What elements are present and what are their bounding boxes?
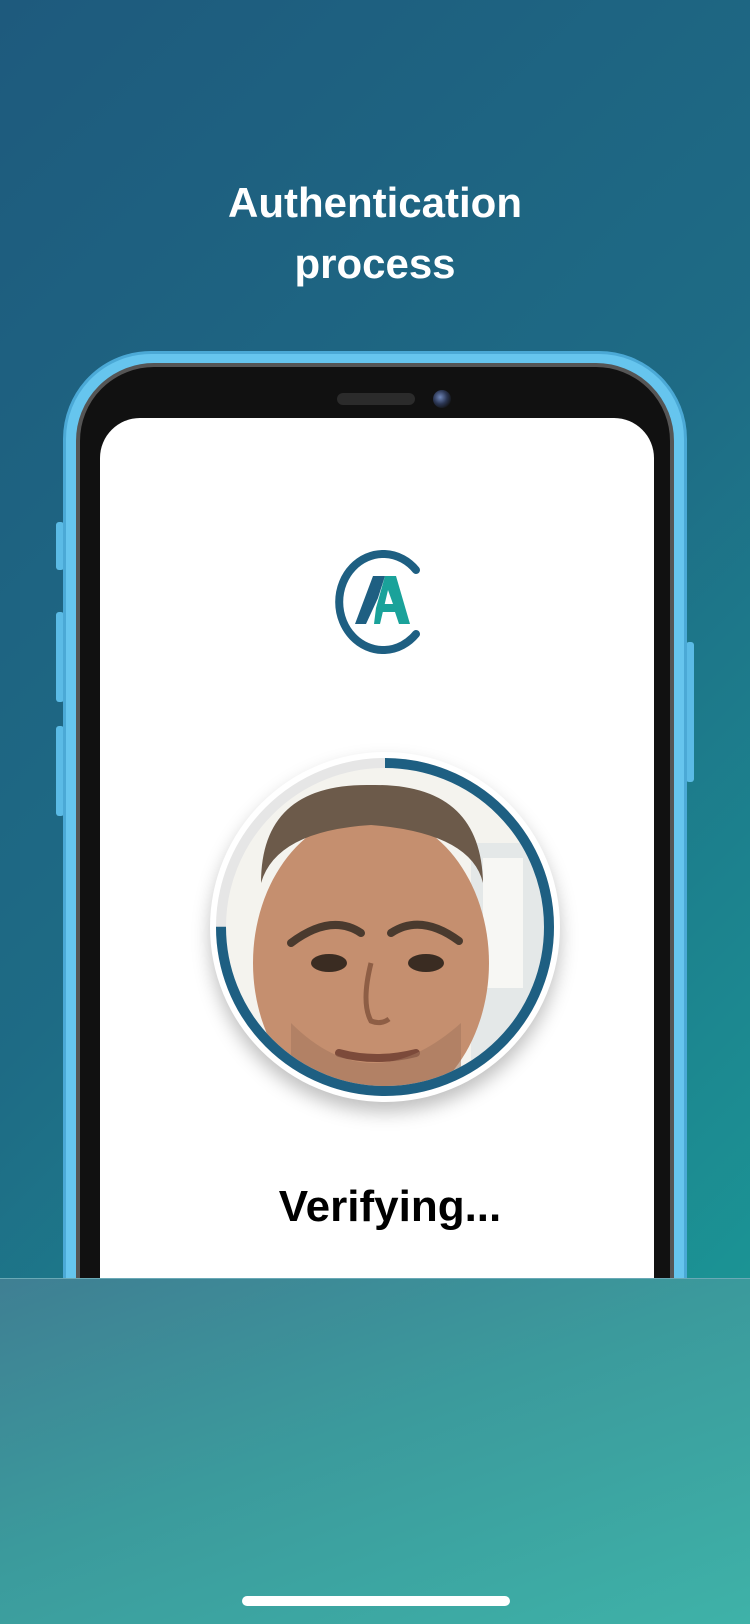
phone-screen: Verifying... [100, 418, 654, 1318]
home-indicator[interactable] [242, 1596, 510, 1606]
bottom-overlay-panel [0, 1278, 750, 1624]
face-capture-frame [210, 752, 560, 1102]
phone-front-camera-icon [433, 390, 451, 408]
ca-logo-icon [335, 550, 420, 654]
page-title: Authentication process [0, 172, 750, 294]
verification-status-text: Verifying... [278, 1182, 502, 1231]
phone-speaker [337, 393, 415, 405]
page-title-line-1: Authentication [228, 179, 522, 226]
page-title-line-2: process [294, 240, 456, 287]
verification-progress-ring [216, 758, 554, 1096]
phone-power-button [686, 642, 694, 782]
